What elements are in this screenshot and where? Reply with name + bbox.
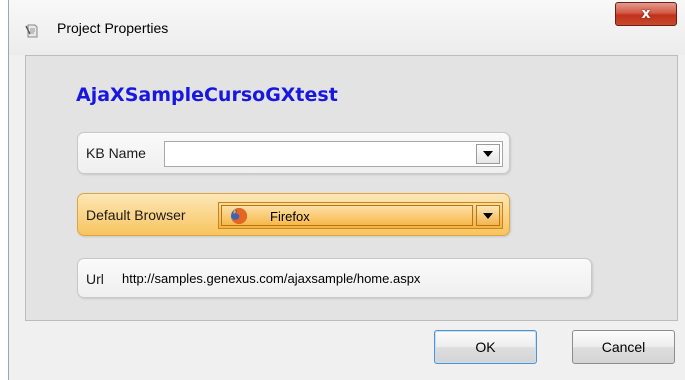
project-properties-window: Project Properties x AjaXSampleCursoGXte… bbox=[8, 0, 685, 380]
close-button[interactable]: x bbox=[615, 2, 677, 26]
document-icon bbox=[25, 24, 38, 38]
url-label: Url bbox=[86, 271, 104, 287]
default-browser-row: Default Browser Firefox bbox=[77, 193, 510, 236]
ok-button[interactable]: OK bbox=[434, 330, 537, 364]
url-row: Url http://samples.genexus.com/ajaxsampl… bbox=[77, 258, 592, 298]
default-browser-label: Default Browser bbox=[86, 207, 186, 223]
window-title: Project Properties bbox=[57, 20, 169, 36]
project-name-heading: AjaXSampleCursoGXtest bbox=[76, 84, 338, 106]
firefox-icon bbox=[231, 208, 247, 224]
default-browser-combobox[interactable]: Firefox bbox=[218, 202, 503, 229]
default-browser-dropdown-button[interactable] bbox=[476, 205, 500, 226]
url-value[interactable]: http://samples.genexus.com/ajaxsample/ho… bbox=[122, 271, 420, 286]
chevron-down-icon bbox=[483, 151, 493, 157]
default-browser-value: Firefox bbox=[270, 209, 310, 224]
kb-name-label: KB Name bbox=[86, 145, 146, 161]
default-browser-selected[interactable]: Firefox bbox=[221, 205, 473, 226]
close-icon: x bbox=[641, 6, 651, 22]
kb-name-row: KB Name bbox=[77, 132, 510, 174]
dialog-button-bar: OK Cancel bbox=[9, 321, 685, 380]
cancel-button[interactable]: Cancel bbox=[572, 330, 675, 364]
chevron-down-icon bbox=[483, 212, 493, 219]
properties-panel: AjaXSampleCursoGXtest KB Name Default Br… bbox=[25, 55, 678, 321]
kb-name-dropdown-button[interactable] bbox=[476, 144, 500, 164]
title-bar[interactable]: Project Properties x bbox=[9, 0, 685, 55]
kb-name-combobox[interactable] bbox=[164, 141, 503, 167]
